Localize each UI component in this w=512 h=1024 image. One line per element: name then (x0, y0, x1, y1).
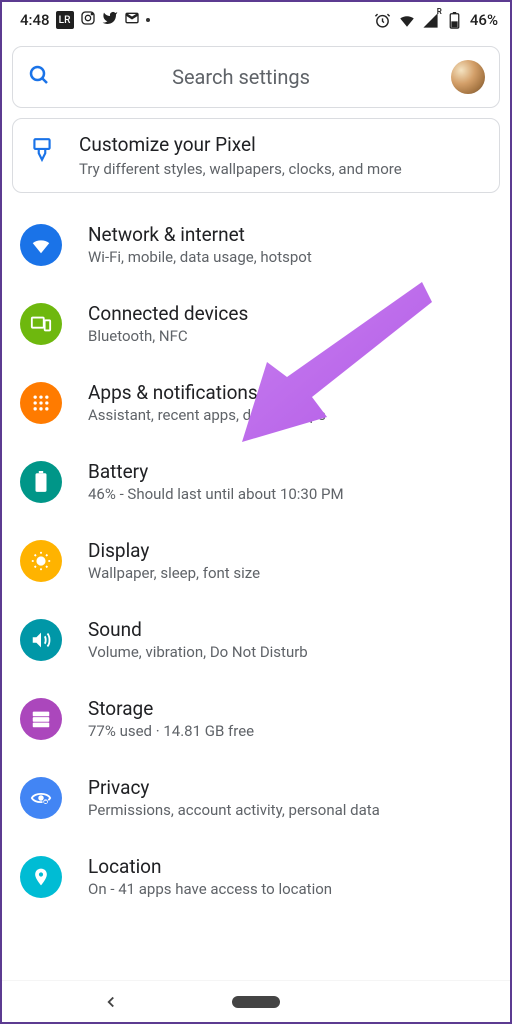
apps-icon (20, 382, 62, 424)
status-time: 4:48 (20, 11, 50, 29)
item-subtitle: Wallpaper, sleep, font size (88, 564, 260, 582)
display-icon (20, 540, 62, 582)
item-subtitle: Volume, vibration, Do Not Disturb (88, 643, 308, 661)
item-title: Sound (88, 618, 308, 641)
styles-icon (29, 137, 55, 167)
item-subtitle: On - 41 apps have access to location (88, 880, 332, 898)
item-subtitle: Permissions, account activity, personal … (88, 801, 380, 819)
twitter-icon (102, 10, 118, 30)
app-icon-lr: LR (56, 11, 74, 29)
settings-item-battery[interactable]: Battery 46% - Should last until about 10:… (2, 442, 510, 521)
sound-icon (20, 619, 62, 661)
status-left: 4:48 LR (20, 10, 150, 30)
search-placeholder: Search settings (41, 65, 441, 89)
customize-title: Customize your Pixel (79, 133, 402, 156)
mail-icon (124, 10, 140, 30)
privacy-icon (20, 777, 62, 819)
wifi-icon (20, 224, 62, 266)
settings-item-wifi[interactable]: Network & internet Wi-Fi, mobile, data us… (2, 205, 510, 284)
item-title: Network & internet (88, 223, 312, 246)
item-title: Location (88, 855, 332, 878)
nav-back-button[interactable] (102, 993, 120, 1015)
settings-item-privacy[interactable]: Privacy Permissions, account activity, pe… (2, 758, 510, 837)
settings-item-location[interactable]: Location On - 41 apps have access to loca… (2, 837, 510, 916)
customize-sub: Try different styles, wallpapers, clocks… (79, 160, 402, 178)
settings-item-storage[interactable]: Storage 77% used · 14.81 GB free (2, 679, 510, 758)
item-subtitle: 77% used · 14.81 GB free (88, 722, 254, 740)
item-title: Battery (88, 460, 344, 483)
item-subtitle: 46% - Should last until about 10:30 PM (88, 485, 344, 503)
status-right: R 46% (374, 11, 498, 29)
settings-item-apps[interactable]: Apps & notifications Assistant, recent ap… (2, 363, 510, 442)
devices-icon (20, 303, 62, 345)
wifi-status-icon (398, 11, 416, 29)
bottom-fade (2, 960, 510, 980)
item-title: Connected devices (88, 302, 248, 325)
alarm-icon (374, 11, 392, 29)
settings-list: Network & internet Wi-Fi, mobile, data us… (2, 205, 510, 916)
storage-icon (20, 698, 62, 740)
location-icon (20, 856, 62, 898)
item-subtitle: Bluetooth, NFC (88, 327, 248, 345)
item-title: Privacy (88, 776, 380, 799)
settings-item-devices[interactable]: Connected devices Bluetooth, NFC (2, 284, 510, 363)
item-title: Display (88, 539, 260, 562)
item-title: Apps & notifications (88, 381, 326, 404)
more-notifications-dot (146, 18, 150, 22)
search-settings[interactable]: Search settings (12, 46, 500, 108)
profile-avatar[interactable] (451, 60, 485, 94)
nav-home-pill[interactable] (232, 996, 280, 1008)
signal-icon: R (422, 11, 440, 29)
settings-item-sound[interactable]: Sound Volume, vibration, Do Not Disturb (2, 600, 510, 679)
battery-icon (20, 461, 62, 503)
status-bar: 4:48 LR R 46% (2, 2, 510, 34)
instagram-icon (80, 10, 96, 30)
customize-pixel-card[interactable]: Customize your Pixel Try different style… (12, 118, 500, 193)
item-subtitle: Wi-Fi, mobile, data usage, hotspot (88, 248, 312, 266)
item-subtitle: Assistant, recent apps, default apps (88, 406, 326, 424)
navigation-bar (2, 980, 510, 1022)
battery-icon (446, 11, 464, 29)
settings-item-display[interactable]: Display Wallpaper, sleep, font size (2, 521, 510, 600)
status-battery-pct: 46% (470, 11, 498, 29)
item-title: Storage (88, 697, 254, 720)
